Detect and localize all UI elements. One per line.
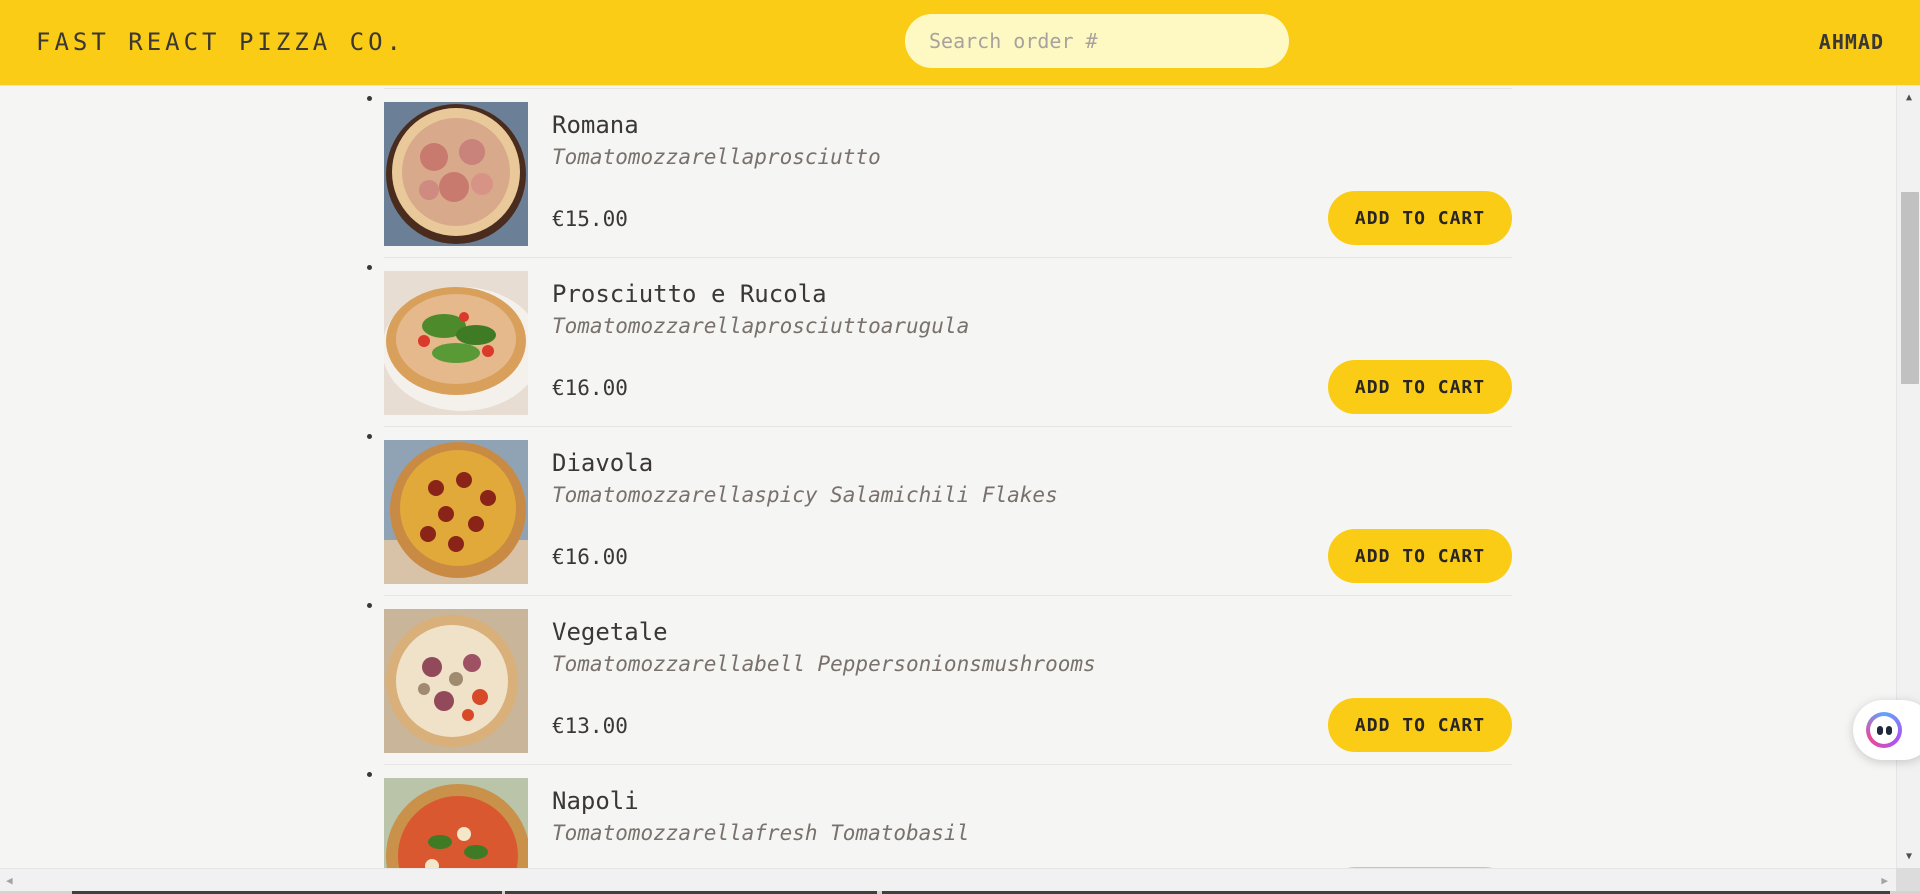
pizza-price: €16.00 xyxy=(552,376,628,400)
pizza-name: Vegetale xyxy=(552,618,668,646)
add-to-cart-button[interactable]: Add to cart xyxy=(1328,191,1512,245)
pizza-romana-image xyxy=(384,102,528,246)
menu-item: Vegetale Tomatomozzarellabell Peppersoni… xyxy=(384,595,1512,764)
pizza-name: Romana xyxy=(552,111,639,139)
username-label: ahmad xyxy=(1818,30,1884,54)
add-to-cart-button[interactable]: Add to cart xyxy=(1328,698,1512,752)
menu-item: Diavola Tomatomozzarellaspicy Salamichil… xyxy=(384,426,1512,595)
pizza-price: €15.00 xyxy=(552,207,628,231)
triangle-down-icon[interactable]: ▼ xyxy=(1897,851,1920,862)
scrollbar-thumb[interactable] xyxy=(1901,192,1919,384)
pizza-diavola-image xyxy=(384,440,528,584)
menu-list: Romana Tomatomozzarellaprosciutto €15.00… xyxy=(384,88,1512,868)
menu-item: Prosciutto e Rucola Tomatomozzarellapros… xyxy=(384,257,1512,426)
menu-item: Romana Tomatomozzarellaprosciutto €15.00… xyxy=(384,88,1512,257)
menu-item: Napoli Tomatomozzarellafresh Tomatobasil… xyxy=(384,764,1512,868)
pizza-name: Diavola xyxy=(552,449,654,477)
pizza-ingredients: Tomatomozzarellaprosciuttoarugula xyxy=(552,314,970,338)
triangle-right-icon[interactable]: ▶ xyxy=(1881,874,1888,887)
pizza-ingredients: Tomatomozzarellaspicy Salamichili Flakes xyxy=(552,483,1058,507)
pizza-napoli-image xyxy=(384,778,528,868)
pizza-vegetale-image xyxy=(384,609,528,753)
pizza-price: €16.00 xyxy=(552,545,628,569)
pizza-prosciutto-rucola-image xyxy=(384,271,528,415)
pizza-name: Prosciutto e Rucola xyxy=(552,280,827,308)
search-order-input[interactable] xyxy=(905,14,1289,68)
add-to-cart-button[interactable]: Add to cart xyxy=(1328,360,1512,414)
add-to-cart-button[interactable]: Add to cart xyxy=(1328,529,1512,583)
pizza-price: €13.00 xyxy=(552,714,628,738)
assistant-eye-icon xyxy=(1886,726,1892,735)
pizza-ingredients: Tomatomozzarellabell Peppersonionsmushro… xyxy=(552,652,1096,676)
assistant-orb-icon[interactable] xyxy=(1866,712,1902,748)
triangle-left-icon[interactable]: ◀ xyxy=(6,874,13,887)
assistant-eye-icon xyxy=(1877,726,1883,735)
pizza-ingredients: Tomatomozzarellafresh Tomatobasil xyxy=(552,821,970,845)
pizza-name: Napoli xyxy=(552,787,639,815)
pizza-ingredients: Tomatomozzarellaprosciutto xyxy=(552,145,881,169)
assistant-widget[interactable] xyxy=(1853,700,1920,760)
brand-logo-link[interactable]: Fast React Pizza Co. xyxy=(36,28,405,56)
app-header: Fast React Pizza Co. ahmad xyxy=(0,0,1920,86)
triangle-up-icon[interactable]: ▲ xyxy=(1897,92,1920,103)
menu-viewport: Romana Tomatomozzarellaprosciutto €15.00… xyxy=(0,86,1896,868)
